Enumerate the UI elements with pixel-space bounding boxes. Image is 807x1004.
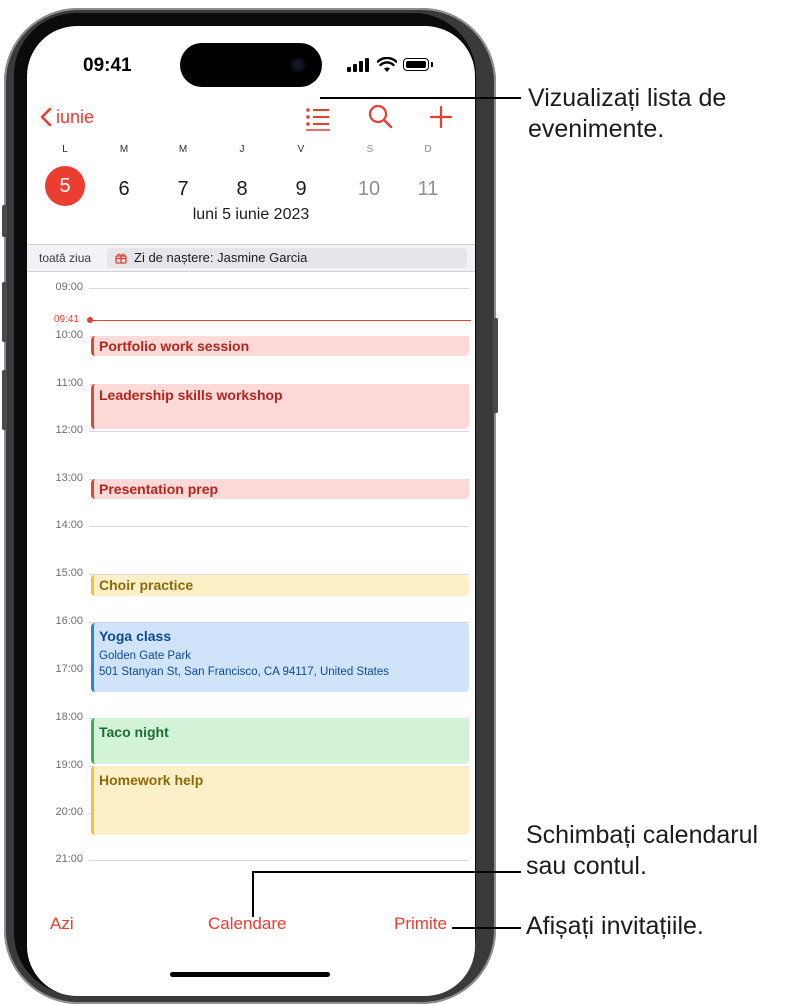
hour-label: 19:00 <box>55 759 83 771</box>
event-homework-help[interactable]: Homework help <box>91 766 469 835</box>
today-button[interactable]: Azi <box>50 914 74 934</box>
hour-line <box>89 526 469 527</box>
day-selected[interactable]: 5 <box>45 166 85 206</box>
hour-label: 17:00 <box>55 663 83 675</box>
birthday-event-label: Zi de naștere: Jasmine Garcia <box>134 250 308 265</box>
hour-label: 20:00 <box>55 806 83 818</box>
status-time: 09:41 <box>83 55 132 76</box>
hour-label: 21:00 <box>55 853 83 865</box>
day-button[interactable]: 10 <box>349 169 389 209</box>
volume-up-button <box>2 282 7 342</box>
hour-line <box>89 288 469 289</box>
gift-icon <box>115 253 127 264</box>
weekday-label: J <box>239 144 245 155</box>
event-title: Yoga class <box>99 628 172 644</box>
event-title: Taco night <box>99 724 169 740</box>
callout-calendars-line1: Schimbați calendarul <box>526 821 759 849</box>
event-title: Leadership skills workshop <box>99 387 283 403</box>
day-button[interactable]: 8 <box>222 169 262 209</box>
hour-label: 18:00 <box>55 711 83 723</box>
hour-label: 13:00 <box>55 472 83 484</box>
search-button[interactable] <box>365 102 395 132</box>
all-day-section: toată ziua Zi de naștere: Jasmine Garcia <box>27 244 475 272</box>
wifi-icon <box>377 57 397 72</box>
dynamic-island <box>180 43 322 87</box>
event-portfolio-work-session[interactable]: Portfolio work session <box>91 336 469 356</box>
current-time-line <box>91 320 471 321</box>
weekday-label: S <box>366 144 374 155</box>
hour-label: 09:00 <box>55 281 83 293</box>
hour-line <box>89 860 469 861</box>
action-button <box>2 205 7 237</box>
hour-label: 11:00 <box>56 377 83 389</box>
callout-list-view-line1: Vizualizați lista de <box>528 84 727 112</box>
event-title: Homework help <box>99 772 204 788</box>
power-button <box>493 318 498 413</box>
event-address: 501 Stanyan St, San Francisco, CA 94117,… <box>99 666 390 678</box>
hour-line <box>89 431 469 432</box>
birthday-event[interactable]: Zi de naștere: Jasmine Garcia <box>107 248 467 268</box>
camera-icon <box>291 58 305 72</box>
callout-list-view-line2: evenimente. <box>528 115 665 143</box>
callout-list-view: Vizualizați lista de evenimente. <box>528 83 726 145</box>
all-day-label: toată ziua <box>39 251 92 265</box>
search-icon <box>368 104 393 129</box>
chevron-left-icon <box>40 107 52 127</box>
event-title: Choir practice <box>99 577 194 593</box>
event-choir-practice[interactable]: Choir practice <box>91 575 469 596</box>
event-taco-night[interactable]: Taco night <box>91 718 469 764</box>
signal-icon <box>347 58 369 72</box>
day-button[interactable]: 7 <box>163 169 203 209</box>
weekday-label: L <box>62 144 68 155</box>
callout-line-calendars-vertical <box>252 871 254 917</box>
callout-line-list-view <box>320 97 521 99</box>
callout-inbox: Afișați invitațiile. <box>526 912 704 940</box>
phone-screen: 09:41 iunie L M M J V S D 5 6 7 8 9 10 1… <box>27 26 475 996</box>
hour-label: 16:00 <box>55 615 83 627</box>
add-event-button[interactable] <box>426 102 456 132</box>
plus-icon <box>429 105 453 129</box>
back-button[interactable]: iunie <box>40 104 94 130</box>
day-button[interactable]: 9 <box>281 169 321 209</box>
callout-calendars: Schimbați calendarul sau contul. <box>526 820 758 882</box>
status-icons <box>347 57 437 74</box>
event-location: Golden Gate Park <box>99 650 192 662</box>
event-title: Presentation prep <box>99 481 219 497</box>
callout-line-inbox <box>452 927 521 929</box>
weekday-label: D <box>424 144 432 155</box>
hour-label: 12:00 <box>55 424 83 436</box>
current-time-label: 09:41 <box>53 314 79 325</box>
hour-label: 15:00 <box>55 567 83 579</box>
volume-down-button <box>2 370 7 430</box>
back-label: iunie <box>56 106 95 127</box>
event-yoga-class[interactable]: Yoga class Golden Gate Park 501 Stanyan … <box>91 623 469 692</box>
callout-line-calendars-horizontal <box>252 871 521 873</box>
selected-date-label: luni 5 iunie 2023 <box>192 206 310 223</box>
home-indicator[interactable] <box>170 972 330 977</box>
hour-label: 14:00 <box>55 519 83 531</box>
battery-tip <box>431 62 433 67</box>
calendars-button[interactable]: Calendare <box>208 914 286 934</box>
callout-calendars-line2: sau contul. <box>526 852 647 880</box>
list-icon <box>306 108 330 131</box>
weekday-label: M <box>178 144 188 155</box>
event-presentation-prep[interactable]: Presentation prep <box>91 479 469 499</box>
event-title: Portfolio work session <box>99 338 250 354</box>
hour-label: 10:00 <box>55 329 83 341</box>
battery-icon <box>403 58 429 71</box>
weekday-label: V <box>297 144 305 155</box>
day-button[interactable]: 11 <box>408 169 448 209</box>
event-leadership-skills-workshop[interactable]: Leadership skills workshop <box>91 384 469 429</box>
day-button[interactable]: 6 <box>104 169 144 209</box>
weekday-label: M <box>119 144 129 155</box>
inbox-button[interactable]: Primite <box>394 914 447 934</box>
list-view-button[interactable] <box>303 102 333 132</box>
